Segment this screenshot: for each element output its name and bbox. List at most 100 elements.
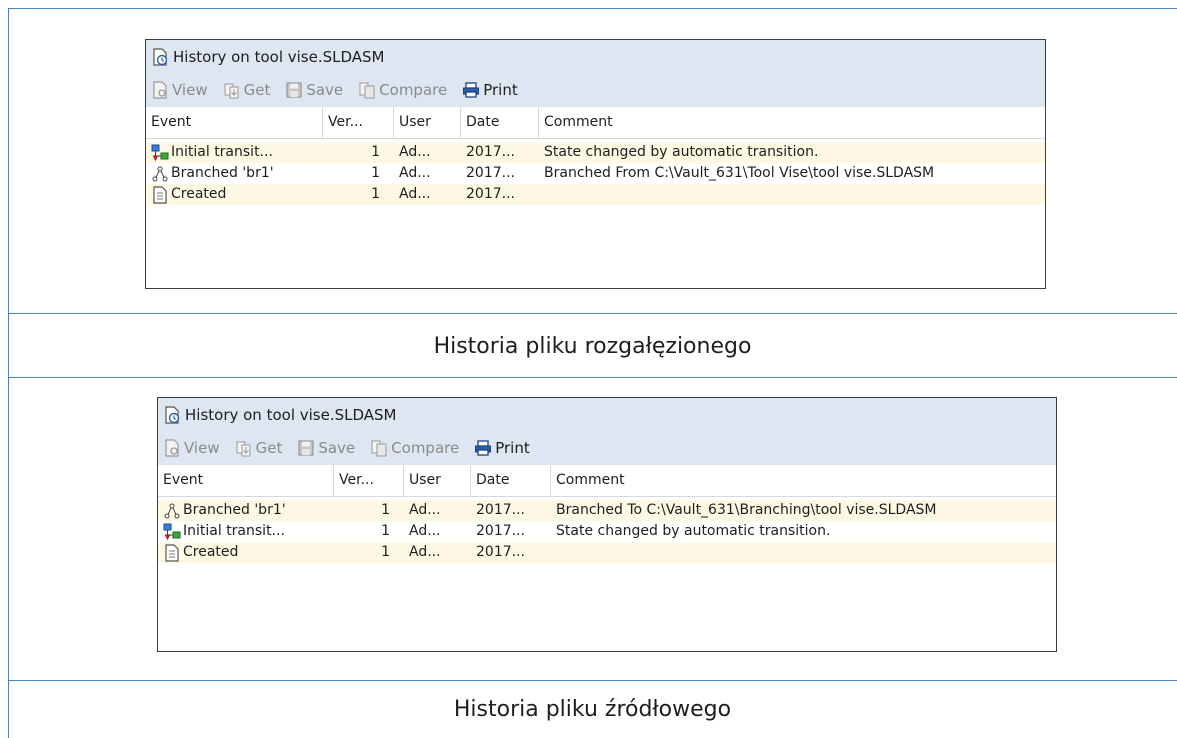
event-label: Initial transit... — [171, 144, 273, 160]
transition-icon — [151, 144, 169, 161]
get-button[interactable]: Get — [223, 81, 270, 99]
window-title-bar: History on tool vise.SLDASM — [146, 40, 1045, 73]
toolbar: View Get Save Compare Print — [146, 73, 1045, 107]
view-button-label: View — [184, 439, 220, 457]
version-cell: 1 — [371, 144, 380, 160]
save-button[interactable]: Save — [285, 81, 343, 99]
history-icon — [165, 405, 180, 424]
view-button[interactable]: View — [151, 81, 208, 99]
comment-cell: State changed by automatic transition. — [556, 523, 831, 539]
column-header-version[interactable]: Ver... — [334, 465, 404, 496]
save-icon — [298, 440, 314, 456]
date-cell: 2017... — [476, 502, 525, 518]
print-button[interactable]: Print — [462, 81, 518, 99]
history-table-body: Branched 'br1' 1 Ad... 2017... Branched … — [158, 500, 1056, 563]
table-row[interactable]: Created 1 Ad... 2017... — [158, 542, 1056, 563]
save-button-label: Save — [318, 439, 356, 457]
get-button[interactable]: Get — [235, 439, 283, 457]
history-table-body: Initial transit... 1 Ad... 2017... State… — [146, 142, 1045, 205]
user-cell: Ad... — [409, 523, 441, 539]
history-table-header: Event Ver... User Date Comment — [158, 465, 1056, 497]
history-table-header: Event Ver... User Date Comment — [146, 107, 1045, 139]
window-title: History on tool vise.SLDASM — [185, 405, 397, 424]
column-header-user[interactable]: User — [394, 107, 461, 138]
event-label: Initial transit... — [183, 523, 285, 539]
view-icon — [165, 439, 179, 457]
version-cell: 1 — [371, 165, 380, 181]
window-title-bar: History on tool vise.SLDASM — [158, 398, 1056, 431]
view-button[interactable]: View — [163, 439, 220, 457]
version-cell: 1 — [381, 544, 390, 560]
table-row-divider — [8, 377, 1177, 378]
comment-cell: State changed by automatic transition. — [544, 144, 819, 160]
table-row[interactable]: Initial transit... 1 Ad... 2017... State… — [158, 521, 1056, 542]
branch-icon — [164, 503, 180, 518]
column-header-date[interactable]: Date — [471, 465, 551, 496]
view-button-label: View — [172, 81, 208, 99]
event-label: Created — [183, 544, 239, 560]
history-window-branched: History on tool vise.SLDASM View Get Sav… — [145, 39, 1046, 289]
version-cell: 1 — [381, 523, 390, 539]
comment-cell — [551, 542, 1056, 563]
view-icon — [153, 81, 167, 99]
document-icon — [153, 185, 167, 204]
table-row-divider — [8, 680, 1177, 681]
compare-button-label: Compare — [391, 439, 460, 457]
get-icon — [236, 441, 251, 457]
user-cell: Ad... — [409, 544, 441, 560]
table-row[interactable]: Initial transit... 1 Ad... 2017... State… — [146, 142, 1045, 163]
user-cell: Ad... — [399, 186, 431, 202]
table-top-border — [8, 8, 1177, 9]
caption-source-history: Historia pliku źródłowego — [453, 697, 732, 722]
printer-icon — [475, 440, 492, 456]
get-button-label: Get — [255, 439, 283, 457]
print-button[interactable]: Print — [474, 439, 530, 457]
compare-icon — [359, 82, 375, 99]
compare-button[interactable]: Compare — [358, 81, 447, 99]
column-header-event[interactable]: Event — [146, 107, 323, 138]
table-row-divider — [8, 313, 1177, 314]
print-button-label: Print — [483, 81, 518, 99]
event-label: Branched 'br1' — [171, 165, 274, 181]
version-cell: 1 — [381, 502, 390, 518]
user-cell: Ad... — [399, 144, 431, 160]
table-row[interactable]: Branched 'br1' 1 Ad... 2017... Branched … — [146, 163, 1045, 184]
comment-cell: Branched To C:\Vault_631\Branching\tool … — [556, 502, 937, 518]
event-label: Created — [171, 186, 227, 202]
get-icon — [224, 83, 239, 99]
table-row[interactable]: Created 1 Ad... 2017... — [146, 184, 1045, 205]
date-cell: 2017... — [476, 544, 525, 560]
user-cell: Ad... — [399, 165, 431, 181]
window-title: History on tool vise.SLDASM — [173, 47, 385, 66]
event-label: Branched 'br1' — [183, 502, 286, 518]
printer-icon — [463, 82, 480, 98]
column-header-user[interactable]: User — [404, 465, 471, 496]
column-header-comment[interactable]: Comment — [539, 107, 1045, 138]
caption-branched-history: Historia pliku rozgałęzionego — [433, 334, 752, 359]
table-left-border — [8, 8, 9, 738]
column-header-date[interactable]: Date — [461, 107, 539, 138]
user-cell: Ad... — [409, 502, 441, 518]
print-button-label: Print — [495, 439, 530, 457]
date-cell: 2017... — [466, 186, 515, 202]
compare-button-label: Compare — [379, 81, 448, 99]
version-cell: 1 — [371, 186, 380, 202]
save-icon — [286, 82, 302, 98]
date-cell: 2017... — [466, 165, 515, 181]
save-button-label: Save — [306, 81, 344, 99]
date-cell: 2017... — [466, 144, 515, 160]
comment-cell — [539, 184, 1045, 205]
save-button[interactable]: Save — [297, 439, 355, 457]
column-header-version[interactable]: Ver... — [323, 107, 394, 138]
compare-icon — [371, 440, 387, 457]
toolbar: View Get Save Compare Print — [158, 431, 1056, 465]
table-row[interactable]: Branched 'br1' 1 Ad... 2017... Branched … — [158, 500, 1056, 521]
compare-button[interactable]: Compare — [370, 439, 459, 457]
history-icon — [153, 47, 168, 66]
transition-icon — [163, 523, 181, 540]
column-header-event[interactable]: Event — [158, 465, 334, 496]
column-header-comment[interactable]: Comment — [551, 465, 1056, 496]
comment-cell: Branched From C:\Vault_631\Tool Vise\too… — [544, 165, 935, 181]
document-icon — [165, 543, 179, 562]
branch-icon — [152, 166, 168, 181]
